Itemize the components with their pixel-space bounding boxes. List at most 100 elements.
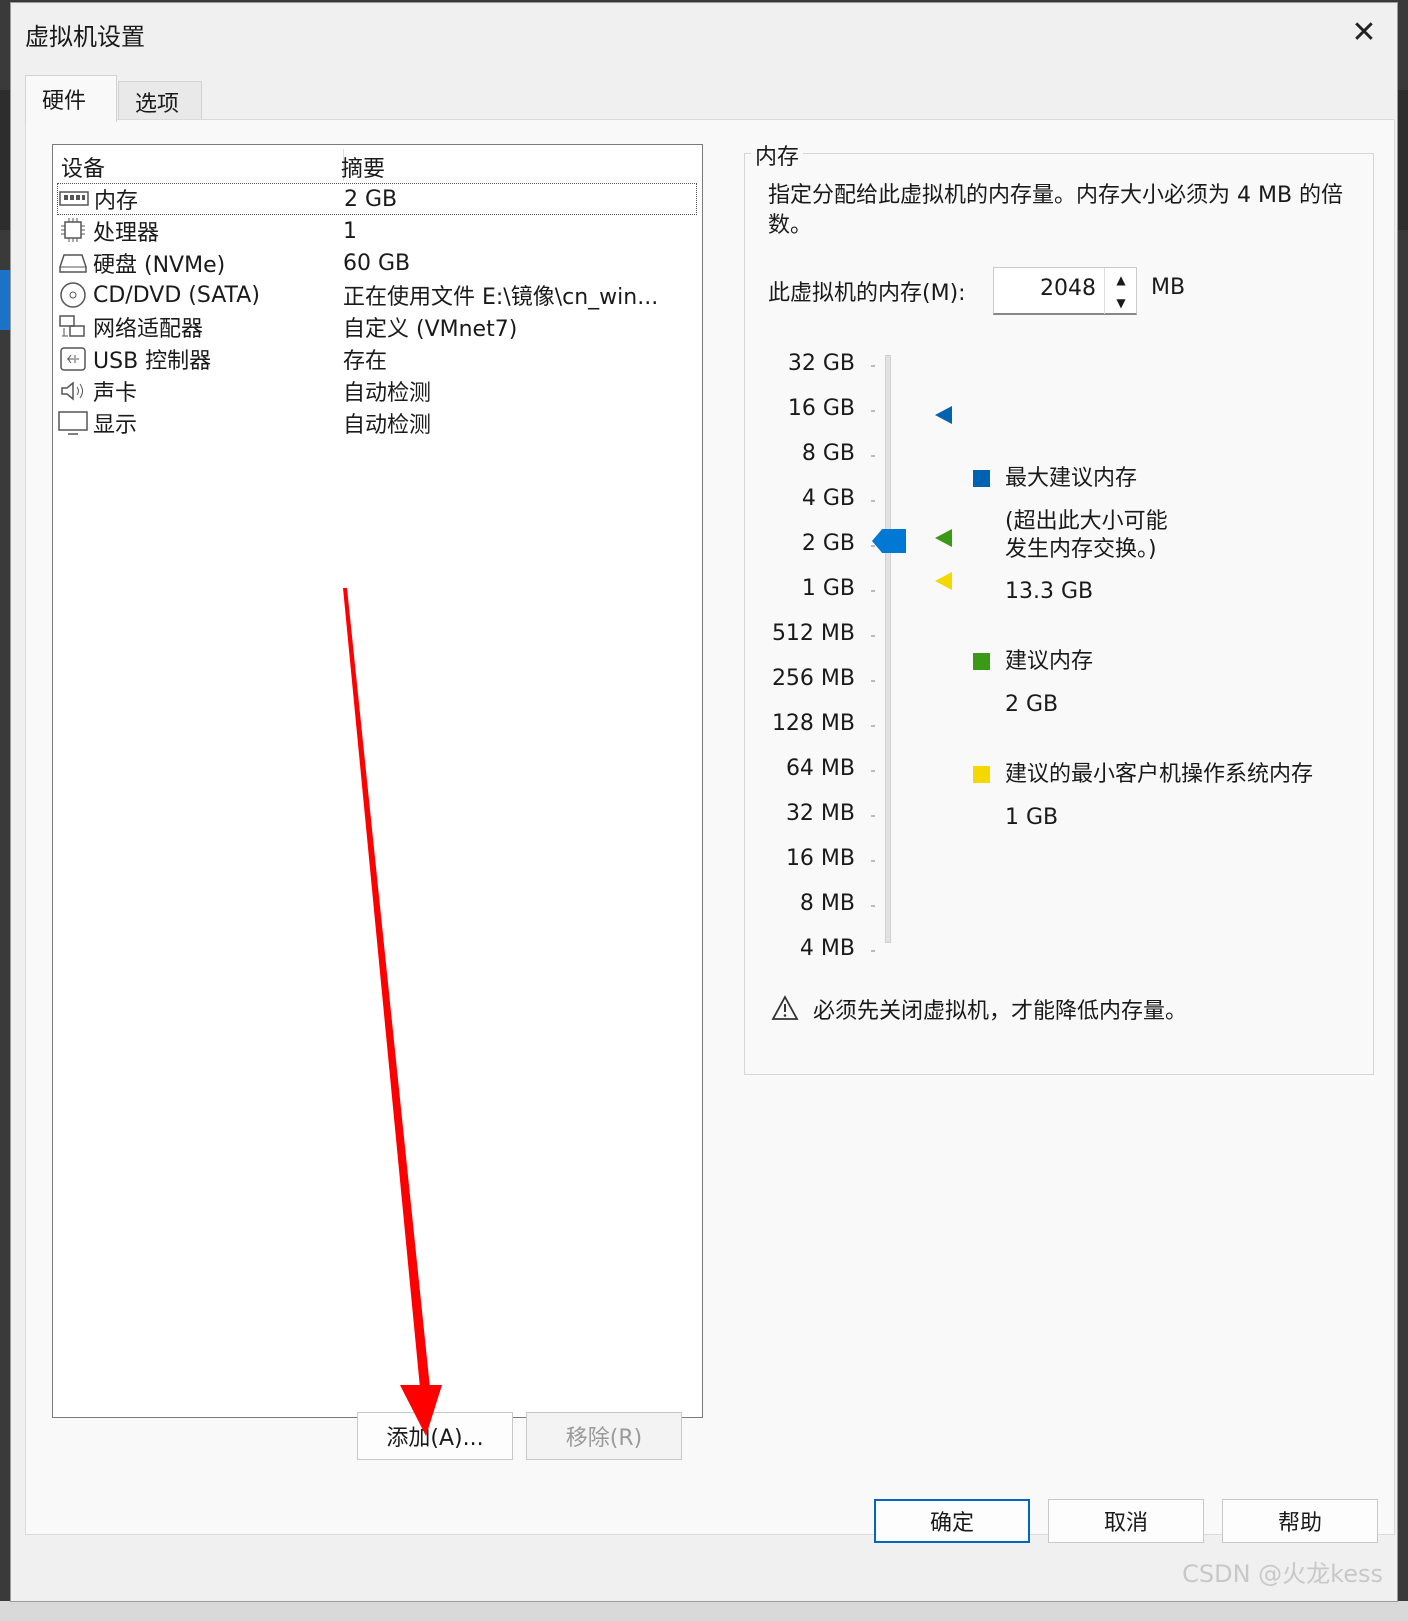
max-legend-swatch [973,470,990,487]
device-summary: 60 GB [343,250,411,276]
memory-field-label: 此虚拟机的内存(M): [768,281,966,306]
caret-up-icon: ▲ [1116,272,1126,287]
scale-tick-label: 4 GB [801,486,855,511]
device-row-memory[interactable]: 内存 2 GB [57,183,697,215]
watermark: CSDN @火龙kess [1182,1560,1383,1588]
min-legend-value: 1 GB [1005,805,1059,830]
scale-tick-mark [871,950,875,952]
max-legend-title: 最大建议内存 [1005,466,1138,491]
device-summary: 自动检测 [343,413,432,438]
device-name: 声卡 [93,381,138,406]
max-legend-note-1: (超出此大小可能 [1005,509,1168,534]
scale-tick-label: 128 MB [771,711,855,736]
decrement-button[interactable]: ▼ [1105,291,1137,314]
device-row-hard-disk[interactable]: 硬盘 (NVMe) 60 GB [57,247,697,279]
scale-tick-label: 16 MB [785,846,855,871]
device-summary: 自动检测 [343,381,432,406]
device-name: 处理器 [93,221,160,246]
scale-tick-label: 512 MB [771,621,855,646]
device-summary: 正在使用文件 E:\镜像\cn_win... [343,285,659,310]
scale-tick-mark [871,590,875,592]
scale-tick-label: 8 GB [801,441,855,466]
device-row-network-adapter[interactable]: 网络适配器 自定义 (VMnet7) [57,311,697,343]
device-name: 内存 [94,189,139,214]
display-icon [57,409,89,437]
device-name: 硬盘 (NVMe) [93,253,226,278]
warning-text: 必须先关闭虚拟机，才能降低内存量。 [813,999,1188,1024]
scale-tick-label: 4 MB [799,936,855,961]
warning-icon [771,995,799,1020]
scale-tick-mark [871,680,875,682]
scale-tick-label: 1 GB [801,576,855,601]
scale-tick-mark [871,905,875,907]
recommended-legend-swatch [973,653,990,670]
title-bar: 虚拟机设置 ✕ [11,3,1397,61]
column-header-device[interactable]: 设备 [61,151,105,183]
scale-tick-mark [871,455,875,457]
tab-hardware[interactable]: 硬件 [25,75,117,122]
vm-settings-dialog: 虚拟机设置 ✕ 硬件 选项 设备 摘要 内存 2 GB 处理器 1 硬盘 (NV… [10,2,1398,1602]
spin-buttons: ▲ ▼ [1104,268,1136,314]
memory-description: 指定分配给此虚拟机的内存量。内存大小必须为 4 MB 的倍数。 [768,183,1344,238]
max-legend-value: 13.3 GB [1005,579,1094,604]
column-header-summary[interactable]: 摘要 [341,151,385,183]
scale-tick-mark [871,770,875,772]
device-list[interactable]: 设备 摘要 内存 2 GB 处理器 1 硬盘 (NVMe) 60 GB CD/D… [52,144,703,1418]
ok-button[interactable]: 确定 [874,1499,1030,1543]
device-summary: 存在 [343,349,388,374]
sound-card-icon [57,377,89,405]
close-button[interactable]: ✕ [1331,3,1397,61]
scale-tick-label: 64 MB [785,756,855,781]
scale-tick-mark [871,410,875,412]
scale-tick-label: 32 GB [787,351,855,376]
device-row-usb-controller[interactable]: USB 控制器 存在 [57,343,697,375]
scale-tick-mark [871,635,875,637]
min-recommended-marker [935,572,952,590]
tab-options[interactable]: 选项 [118,81,202,121]
help-button[interactable]: 帮助 [1222,1499,1378,1543]
cancel-button[interactable]: 取消 [1048,1499,1204,1543]
memory-size-stepper[interactable]: 2048 ▲ ▼ [993,267,1137,315]
scale-tick-label: 256 MB [771,666,855,691]
memory-slider-track[interactable] [885,355,891,943]
scale-tick-mark [871,815,875,817]
processor-icon [57,217,89,245]
memory-unit: MB [1151,275,1186,300]
device-summary: 自定义 (VMnet7) [343,317,518,342]
usb-icon [57,345,89,373]
memory-icon [58,185,90,213]
device-summary: 1 [343,218,357,244]
background-taskbar [0,1601,1408,1621]
recommended-legend-value: 2 GB [1005,692,1059,717]
background-window-edge-right [1398,90,1408,230]
max-legend-note-2: 发生内存交换。) [1005,537,1157,562]
scale-tick-mark [871,500,875,502]
device-name: 网络适配器 [93,317,204,342]
recommended-marker [935,529,952,547]
hard-disk-icon [57,249,89,277]
network-adapter-icon [57,313,89,341]
scale-tick-label: 32 MB [785,801,855,826]
scale-tick-label: 8 MB [799,891,855,916]
window-title: 虚拟机设置 [25,23,145,51]
caret-down-icon: ▼ [1116,295,1126,310]
scale-tick-mark [871,545,875,547]
device-summary: 2 GB [344,186,398,212]
add-device-button[interactable]: 添加(A)... [357,1412,513,1460]
remove-device-button[interactable]: 移除(R) [526,1412,682,1460]
device-row-processor[interactable]: 处理器 1 [57,215,697,247]
device-row-display[interactable]: 显示 自动检测 [57,407,697,439]
device-row-cd-dvd[interactable]: CD/DVD (SATA) 正在使用文件 E:\镜像\cn_win... [57,279,697,311]
device-row-sound-card[interactable]: 声卡 自动检测 [57,375,697,407]
min-legend-swatch [973,766,990,783]
scale-tick-label: 2 GB [801,531,855,556]
increment-button[interactable]: ▲ [1105,268,1137,291]
recommended-legend-title: 建议内存 [1005,649,1094,674]
scale-tick-mark [871,725,875,727]
scale-tick-mark [871,860,875,862]
scale-tick-label: 16 GB [787,396,855,421]
device-name: USB 控制器 [93,349,212,374]
device-name: 显示 [93,413,138,438]
scale-tick-mark [871,365,875,367]
memory-size-value[interactable]: 2048 [1040,276,1096,301]
